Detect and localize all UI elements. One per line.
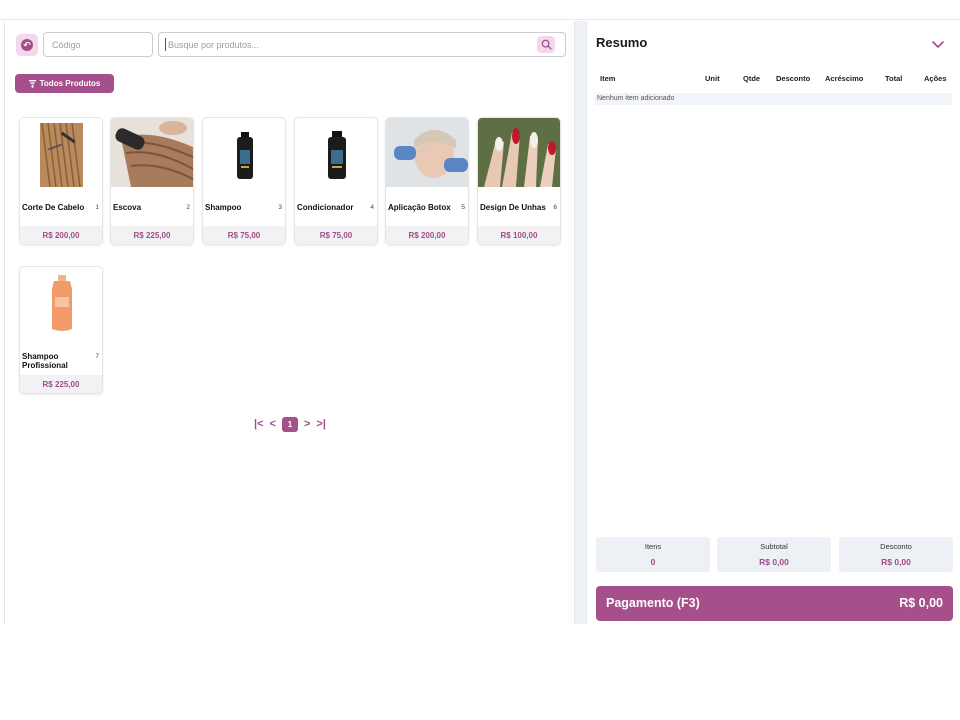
discount-label: Desconto xyxy=(880,542,912,551)
payment-button[interactable]: Pagamento (F3) R$ 0,00 xyxy=(596,586,953,621)
product-price: R$ 75,00 xyxy=(203,226,285,244)
search-button[interactable] xyxy=(537,36,555,53)
conditioner-bottle-photo xyxy=(295,118,377,187)
professional-shampoo-photo xyxy=(20,267,102,336)
items-value: 0 xyxy=(650,557,656,567)
back-button[interactable]: ↶ xyxy=(16,34,38,56)
product-price: R$ 100,00 xyxy=(478,226,560,244)
summary-title: Resumo xyxy=(596,35,648,50)
botox-application-photo xyxy=(386,118,468,187)
hair-cut-photo xyxy=(20,118,102,187)
product-number: 3 xyxy=(278,204,282,211)
product-number: 7 xyxy=(95,353,99,360)
code-input[interactable] xyxy=(43,32,153,57)
chevron-down-icon[interactable] xyxy=(932,39,944,49)
filter-label: Todos Produtos xyxy=(39,79,101,88)
summary-panel: Resumo Item Unit Qtde Desconto Acréscimo… xyxy=(586,21,960,624)
nail-design-photo xyxy=(478,118,560,187)
product-name: Escova xyxy=(113,203,142,212)
column-header-surcharge: Acréscimo xyxy=(825,74,864,83)
last-page-icon[interactable]: >| xyxy=(316,418,326,430)
product-price: R$ 200,00 xyxy=(386,226,468,244)
discount-value: R$ 0,00 xyxy=(881,557,911,567)
next-page-icon[interactable]: > xyxy=(304,418,310,430)
column-header-actions: Ações xyxy=(924,74,947,83)
product-name: Shampoo Profissional xyxy=(22,352,68,370)
panel-divider xyxy=(575,21,586,624)
product-price: R$ 225,00 xyxy=(20,375,102,393)
shampoo-bottle-photo xyxy=(203,118,285,187)
filter-icon xyxy=(28,79,36,88)
product-price: R$ 200,00 xyxy=(20,226,102,244)
page-1-button[interactable]: 1 xyxy=(281,416,298,432)
search-icon xyxy=(541,39,552,50)
product-name: Condicionador xyxy=(297,203,354,212)
subtotal-value: R$ 0,00 xyxy=(759,557,789,567)
product-price: R$ 225,00 xyxy=(111,226,193,244)
product-catalog-panel: ↶ Todos Produtos xyxy=(4,21,575,624)
product-number: 1 xyxy=(95,204,99,211)
search-box xyxy=(158,32,566,57)
column-header-qty: Qtde xyxy=(743,74,761,83)
subtotal-box: Subtotal R$ 0,00 xyxy=(717,537,831,572)
product-card[interactable]: Design De Unhas 6 R$ 100,00 xyxy=(477,117,561,245)
prev-page-icon[interactable]: < xyxy=(270,418,276,430)
product-number: 6 xyxy=(553,204,557,211)
first-page-icon[interactable]: |< xyxy=(254,418,264,430)
search-input[interactable] xyxy=(165,38,535,51)
summary-table-header: Item Unit Qtde Desconto Acréscimo Total … xyxy=(597,74,952,88)
product-name: Corte De Cabelo xyxy=(22,203,85,212)
product-price: R$ 75,00 xyxy=(295,226,377,244)
product-name: Design De Unhas xyxy=(480,203,546,212)
product-card[interactable]: Escova 2 R$ 225,00 xyxy=(110,117,194,245)
pos-app: ↶ Todos Produtos xyxy=(0,0,960,720)
product-card[interactable]: Shampoo Profissional 7 R$ 225,00 xyxy=(19,266,103,394)
product-number: 2 xyxy=(186,204,190,211)
items-label: Itens xyxy=(644,542,662,551)
subtotal-label: Subtotal xyxy=(760,542,788,551)
product-name: Shampoo xyxy=(205,203,242,212)
items-count-box: Itens 0 xyxy=(596,537,710,572)
payment-total: R$ 0,00 xyxy=(899,596,943,610)
product-number: 4 xyxy=(370,204,374,211)
product-card[interactable]: Condicionador 4 R$ 75,00 xyxy=(294,117,378,245)
column-header-unit: Unit xyxy=(705,74,720,83)
all-products-filter-button[interactable]: Todos Produtos xyxy=(15,74,114,93)
pagination: |< < 1 > >| xyxy=(254,416,326,432)
product-card[interactable]: Shampoo 3 R$ 75,00 xyxy=(202,117,286,245)
empty-items-message: Nenhum item adicionado xyxy=(595,93,952,105)
product-card[interactable]: Aplicação Botox 5 R$ 200,00 xyxy=(385,117,469,245)
product-number: 5 xyxy=(461,204,465,211)
product-card[interactable]: Corte De Cabelo 1 R$ 200,00 xyxy=(19,117,103,245)
top-bar xyxy=(0,0,960,20)
column-header-total: Total xyxy=(885,74,903,83)
product-name: Aplicação Botox xyxy=(388,203,451,212)
column-header-item: Item xyxy=(600,74,616,83)
undo-icon: ↶ xyxy=(21,39,33,51)
column-header-discount: Desconto xyxy=(776,74,811,83)
hair-brushing-photo xyxy=(111,118,193,187)
discount-box: Desconto R$ 0,00 xyxy=(839,537,953,572)
payment-label: Pagamento (F3) xyxy=(606,596,700,610)
